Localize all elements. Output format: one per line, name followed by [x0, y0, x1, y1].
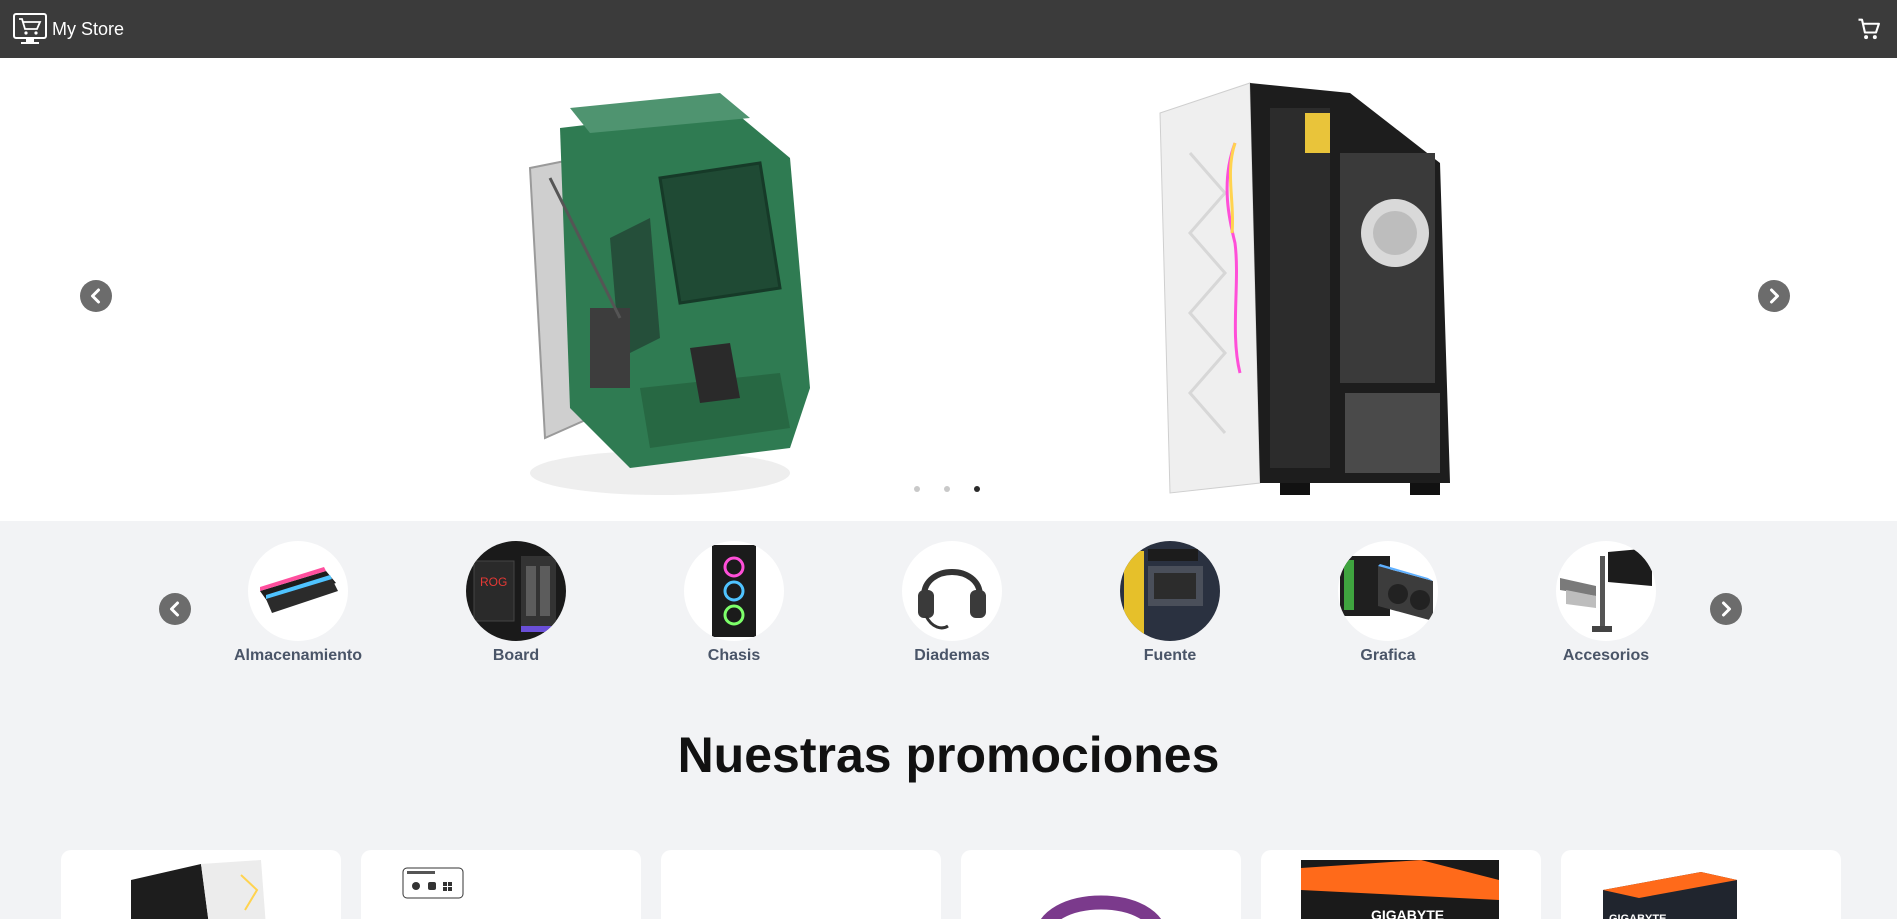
category-image: ROG [466, 541, 566, 641]
category-image [1120, 541, 1220, 641]
monitor-arm-icon [1560, 548, 1652, 632]
top-navbar: My Store [0, 0, 1897, 58]
brand-name: My Store [52, 18, 125, 39]
svg-text:ROG: ROG [480, 575, 507, 589]
category-label: Fuente [1143, 647, 1197, 664]
promo-card-2[interactable] [361, 850, 641, 919]
category-item-board[interactable]: ROG Board [436, 541, 596, 665]
promo-card-5[interactable]: GIGABYTE [1261, 850, 1541, 919]
hero-carousel [0, 58, 1897, 521]
headset-icon [918, 569, 986, 630]
motherboard-icon [661, 850, 941, 919]
power-supply-icon [1120, 541, 1220, 641]
hero-dot-2[interactable] [944, 486, 950, 492]
svg-text:GIGABYTE: GIGABYTE [1609, 913, 1666, 919]
categories-carousel: Almacenamiento ROG Board Chasis Diademas… [0, 521, 1897, 671]
hero-next-button[interactable] [1758, 280, 1790, 312]
category-item-fuente[interactable]: Fuente [1090, 541, 1250, 665]
brand-link[interactable]: My Store [12, 12, 124, 46]
graphics-card-box-icon: GIGABYTE [1301, 860, 1499, 919]
graphics-card-box-icon: GIGABYTE [1603, 872, 1737, 919]
category-item-chasis[interactable]: Chasis [654, 541, 814, 665]
category-image [1338, 541, 1438, 641]
hero-image-green-case [528, 93, 810, 495]
headset-icon [1041, 895, 1161, 919]
category-image [248, 541, 348, 641]
category-item-grafica[interactable]: Grafica [1308, 541, 1468, 665]
chevron-left-icon [170, 601, 179, 617]
hero-prev-button[interactable] [80, 280, 112, 312]
promo-card-3[interactable] [661, 850, 941, 919]
categories-prev-button[interactable] [159, 593, 191, 625]
chevron-right-icon [1770, 288, 1779, 304]
category-label: Grafica [1360, 647, 1416, 664]
svg-text:GIGABYTE: GIGABYTE [1371, 907, 1444, 919]
ram-memory-icon [260, 567, 338, 613]
chevron-left-icon [91, 288, 100, 304]
promo-card-1[interactable] [61, 850, 341, 919]
category-image [902, 541, 1002, 641]
category-image [1556, 541, 1656, 641]
hero-dot-1[interactable] [914, 486, 920, 492]
promo-card-6[interactable]: GIGABYTE [1561, 850, 1841, 919]
category-label: Almacenamiento [233, 647, 363, 664]
shopping-cart-monitor-icon [13, 13, 47, 44]
promo-card-4[interactable] [961, 850, 1241, 919]
category-label: Accesorios [1562, 647, 1650, 664]
category-label: Board [492, 647, 540, 664]
motherboard-icon: ROG [466, 541, 566, 641]
hero-dot-3[interactable] [974, 486, 980, 492]
category-item-almacenamiento[interactable]: Almacenamiento [218, 541, 378, 665]
pc-case-icon [712, 545, 756, 637]
categories-next-button[interactable] [1710, 593, 1742, 625]
category-label: Chasis [707, 647, 761, 664]
promotions-title: Nuestras promociones [677, 727, 1220, 783]
hero-pagination [914, 486, 980, 492]
cart-icon[interactable] [1855, 15, 1883, 43]
platform-badge-icon [402, 867, 464, 899]
chevron-right-icon [1722, 601, 1731, 617]
category-image [684, 541, 784, 641]
category-item-accesorios[interactable]: Accesorios [1526, 541, 1686, 665]
graphics-card-icon [1340, 556, 1433, 621]
category-label: Diademas [914, 647, 990, 664]
hero-image-white-case [1159, 82, 1450, 495]
pc-case-icon [131, 860, 266, 919]
category-item-diademas[interactable]: Diademas [872, 541, 1032, 665]
